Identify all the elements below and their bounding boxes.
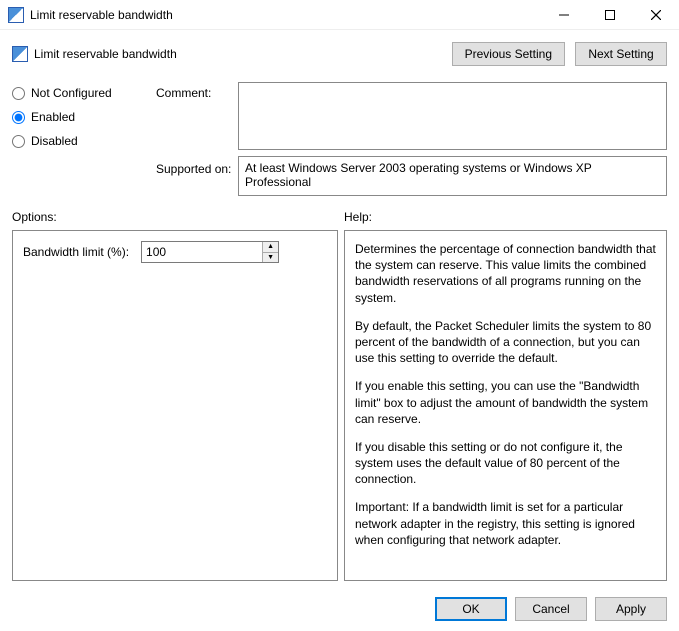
help-paragraph: Determines the percentage of connection … [355,241,656,306]
supported-on-label: Supported on: [156,156,234,196]
bandwidth-limit-input[interactable] [142,242,262,262]
radio-disabled[interactable]: Disabled [12,134,152,148]
radio-enabled[interactable]: Enabled [12,110,152,124]
options-label: Options: [12,210,338,224]
close-button[interactable] [633,0,679,30]
help-panel: Determines the percentage of connection … [344,230,667,581]
policy-icon [12,46,28,62]
bandwidth-limit-label: Bandwidth limit (%): [23,244,129,260]
options-panel: Bandwidth limit (%): ▲ ▼ [12,230,338,581]
radio-not-configured[interactable]: Not Configured [12,86,152,100]
help-label: Help: [344,210,667,224]
apply-button[interactable]: Apply [595,597,667,621]
spin-down-button[interactable]: ▼ [263,253,278,263]
help-paragraph: Important: If a bandwidth limit is set f… [355,499,656,548]
comment-input[interactable] [238,82,667,150]
radio-not-configured-input[interactable] [12,87,25,100]
radio-enabled-label: Enabled [31,110,75,124]
help-paragraph: If you enable this setting, you can use … [355,378,656,427]
comment-label: Comment: [156,82,234,100]
next-setting-button[interactable]: Next Setting [575,42,667,66]
maximize-button[interactable] [587,0,633,30]
radio-not-configured-label: Not Configured [31,86,112,100]
bandwidth-limit-stepper[interactable]: ▲ ▼ [141,241,279,263]
radio-disabled-label: Disabled [31,134,78,148]
help-paragraph: By default, the Packet Scheduler limits … [355,318,656,367]
policy-icon [8,7,24,23]
help-paragraph: If you disable this setting or do not co… [355,439,656,488]
window-title: Limit reservable bandwidth [30,8,173,22]
supported-on-text: At least Windows Server 2003 operating s… [238,156,667,196]
radio-enabled-input[interactable] [12,111,25,124]
radio-disabled-input[interactable] [12,135,25,148]
minimize-button[interactable] [541,0,587,30]
titlebar: Limit reservable bandwidth [0,0,679,30]
cancel-button[interactable]: Cancel [515,597,587,621]
previous-setting-button[interactable]: Previous Setting [452,42,565,66]
policy-title: Limit reservable bandwidth [34,47,177,61]
spin-up-button[interactable]: ▲ [263,242,278,253]
ok-button[interactable]: OK [435,597,507,621]
